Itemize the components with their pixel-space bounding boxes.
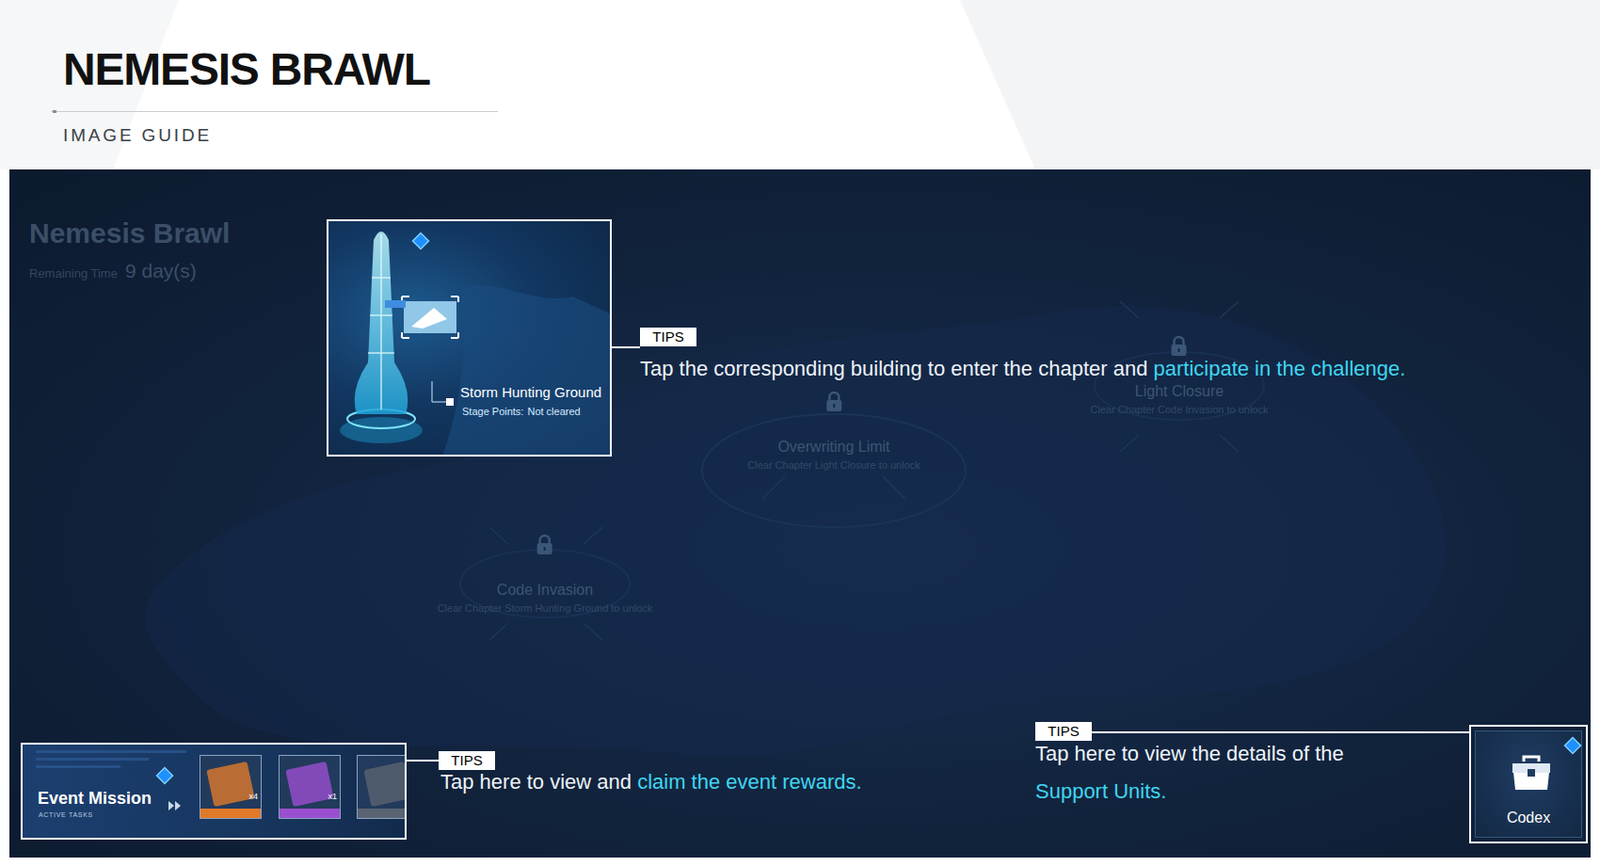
- chapter-name: Storm Hunting Ground: [460, 383, 602, 402]
- guide-subtitle: IMAGE GUIDE: [63, 122, 212, 150]
- tip-highlight: Support Units.: [1035, 772, 1459, 811]
- reward-item[interactable]: x1: [278, 754, 341, 819]
- tip-text: Tap here to view the details of the Supp…: [1035, 735, 1459, 811]
- points-value: Not cleared: [527, 404, 580, 418]
- event-mission-subtitle: ACTIVE TASKS: [38, 810, 94, 819]
- points-label: Stage Points:: [462, 404, 524, 418]
- remaining-label: Remaining Time: [29, 264, 118, 284]
- rule-dot: [52, 110, 57, 113]
- codex-icon: [1508, 752, 1554, 792]
- reward-icon: [285, 761, 334, 807]
- guide-title: NEMESIS BRAWL: [63, 47, 431, 93]
- reward-item[interactable]: [356, 754, 407, 819]
- tip-text: Tap the corresponding building to enter …: [640, 354, 1572, 384]
- tip-body: Tap here to view and: [440, 769, 638, 794]
- unlock-hint: Clear Chapter Light Closure to unlock: [747, 458, 920, 472]
- lock-icon: [1168, 335, 1190, 358]
- arrow-icon: [168, 800, 182, 811]
- guide-header: NEMESIS BRAWL IMAGE GUIDE: [0, 0, 1600, 170]
- game-screen: Nemesis Brawl Remaining Time 9 day(s) Storm…: [9, 169, 1591, 858]
- reward-icon: [363, 761, 407, 807]
- codex-label: Codex: [1475, 808, 1582, 828]
- codex-button[interactable]: Codex: [1469, 724, 1588, 844]
- lock-icon: [534, 533, 556, 557]
- chapter-name: Light Closure: [1135, 382, 1224, 401]
- tip-connector: [1091, 731, 1470, 734]
- rarity-band: [200, 808, 261, 818]
- rarity-band: [357, 808, 407, 818]
- rarity-band: [279, 808, 340, 818]
- reward-count: x1: [327, 791, 337, 802]
- event-mission-title: Event Mission: [37, 787, 152, 809]
- reward-icon: [206, 761, 255, 807]
- event-mission-button[interactable]: Event MissionACTIVE TASKS x4 x1: [20, 742, 407, 840]
- reward-item[interactable]: x4: [199, 754, 262, 819]
- unlock-hint: Clear Chapter Code Invasion to unlock: [1090, 402, 1269, 416]
- tip-body: Tap the corresponding building to enter …: [640, 356, 1154, 381]
- marker-icon: [154, 765, 176, 786]
- tip-connector: [406, 759, 439, 762]
- tip-label: TIPS: [1035, 721, 1092, 741]
- tower-icon: [328, 221, 612, 457]
- chapter-building[interactable]: Storm Hunting Ground Stage Points:Not cle…: [326, 219, 612, 457]
- locked-chapter[interactable]: Overwriting LimitClear Chapter Light Clo…: [747, 390, 920, 472]
- marker-icon: [1562, 735, 1584, 756]
- chapter-name: Code Invasion: [496, 580, 593, 600]
- lock-icon: [823, 390, 845, 414]
- tip-highlight: participate in the challenge.: [1153, 356, 1407, 381]
- codex-inner: Codex: [1474, 730, 1583, 838]
- tip-connector: [609, 346, 640, 349]
- tip-label: TIPS: [640, 327, 697, 347]
- stage-points: Stage Points:Not cleared: [462, 404, 581, 418]
- tip-text: Tap here to view and claim the event rew…: [440, 768, 1024, 797]
- remaining-time: Remaining Time 9 day(s): [29, 256, 197, 287]
- reward-count: x4: [248, 791, 258, 802]
- tip-label: TIPS: [438, 751, 496, 770]
- tip-highlight: claim the event rewards.: [637, 769, 862, 794]
- event-title: Nemesis Brawl: [29, 216, 230, 251]
- locked-chapter[interactable]: Code InvasionClear Chapter Storm Hunting…: [437, 533, 654, 615]
- tip-body: Tap here to view the details of the: [1035, 741, 1344, 766]
- title-rule: [50, 111, 498, 112]
- marker-icon: [410, 230, 432, 252]
- remaining-value: 9 day(s): [125, 256, 197, 287]
- chapter-name: Overwriting Limit: [777, 437, 890, 457]
- unlock-hint: Clear Chapter Storm Hunting Ground to un…: [437, 601, 654, 615]
